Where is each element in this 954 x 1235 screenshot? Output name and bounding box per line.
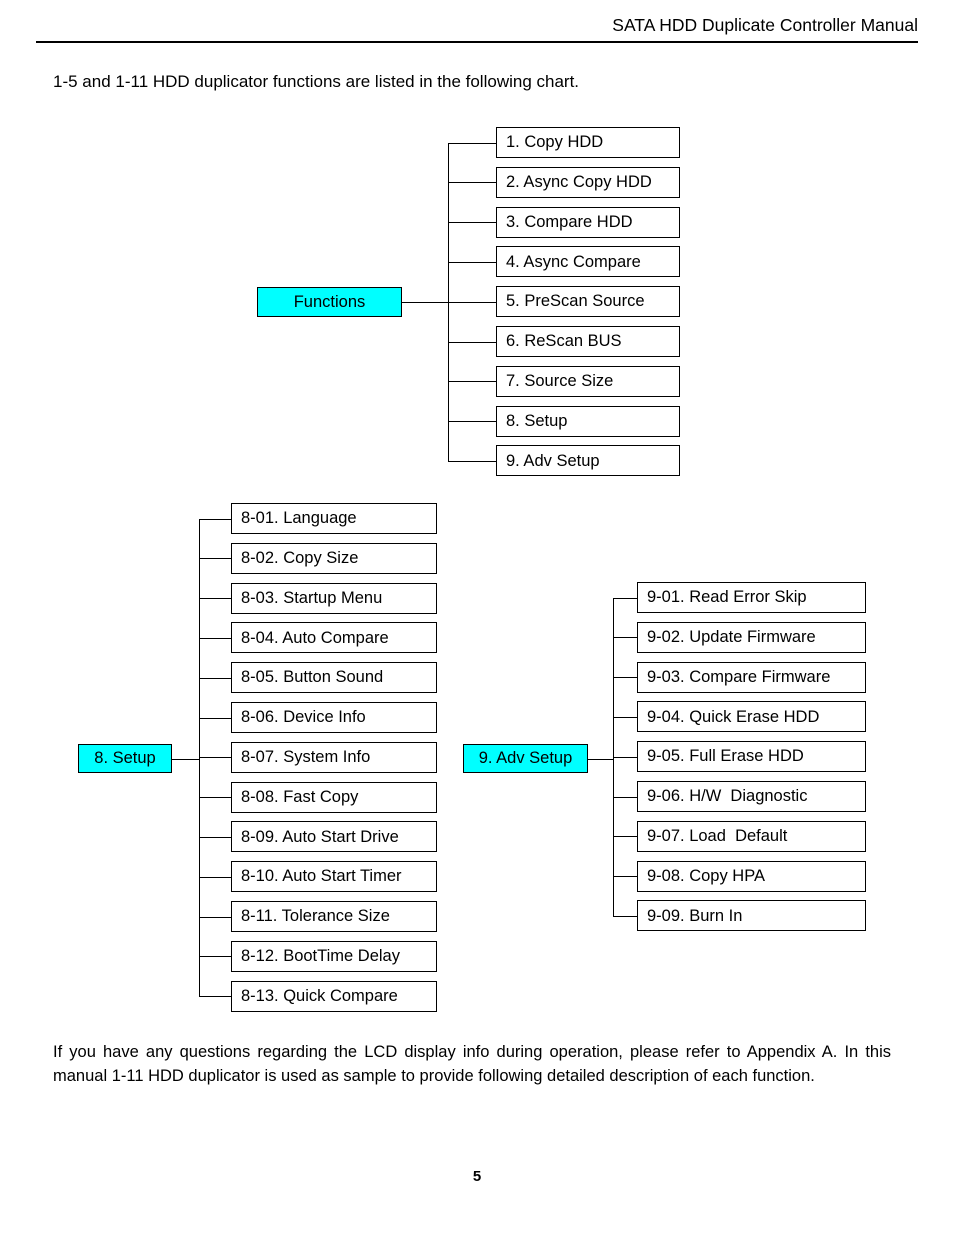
connector-stub-setup-12 bbox=[199, 956, 231, 958]
connector-stub-setup-2 bbox=[199, 558, 231, 560]
node-setup-item-4: 8-04. Auto Compare bbox=[231, 622, 437, 654]
node-setup-item-10: 8-10. Auto Start Timer bbox=[231, 861, 437, 893]
node-root-functions: Functions bbox=[257, 287, 402, 317]
node-adv_setup-item-3: 9-03. Compare Firmware bbox=[637, 661, 866, 693]
node-setup-item-5: 8-05. Button Sound bbox=[231, 662, 437, 694]
node-setup-item-6: 8-06. Device Info bbox=[231, 702, 437, 733]
connector-stub-functions-4 bbox=[448, 261, 496, 263]
node-setup-item-9: 8-09. Auto Start Drive bbox=[231, 821, 437, 853]
connector-root-setup bbox=[172, 758, 199, 760]
connector-stub-adv_setup-1 bbox=[613, 597, 637, 599]
connector-root-functions bbox=[402, 302, 448, 303]
node-adv_setup-item-7: 9-07. Load Default bbox=[637, 820, 866, 852]
connector-stub-setup-7 bbox=[199, 757, 231, 759]
node-functions-item-7: 7. Source Size bbox=[496, 365, 680, 397]
node-root-adv_setup: 9. Adv Setup bbox=[463, 744, 588, 773]
page-number: 5 bbox=[472, 1168, 482, 1185]
connector-stub-setup-6 bbox=[199, 717, 231, 719]
connector-stub-adv_setup-6 bbox=[613, 796, 637, 798]
connector-stub-adv_setup-7 bbox=[613, 836, 637, 838]
node-functions-item-9: 9. Adv Setup bbox=[496, 445, 680, 477]
connector-stub-functions-7 bbox=[448, 381, 496, 383]
node-functions-item-6: 6. ReScan BUS bbox=[496, 326, 680, 357]
node-functions-item-2: 2. Async Copy HDD bbox=[496, 166, 680, 198]
connector-stub-adv_setup-8 bbox=[613, 876, 637, 878]
connector-stub-functions-2 bbox=[448, 182, 496, 184]
node-functions-item-1: 1. Copy HDD bbox=[496, 127, 680, 158]
node-setup-item-2: 8-02. Copy Size bbox=[231, 542, 437, 574]
node-adv_setup-item-2: 9-02. Update Firmware bbox=[637, 621, 866, 653]
node-adv_setup-item-8: 9-08. Copy HPA bbox=[637, 860, 866, 892]
connector-stub-setup-4 bbox=[199, 637, 231, 639]
footer-paragraph: If you have any questions regarding the … bbox=[53, 1043, 891, 1085]
connector-stub-functions-9 bbox=[448, 460, 496, 462]
connector-stub-functions-3 bbox=[448, 222, 496, 224]
manual-title: SATA HDD Duplicate Controller Manual bbox=[612, 15, 918, 35]
node-setup-item-8: 8-08. Fast Copy bbox=[231, 781, 437, 813]
connector-stub-adv_setup-4 bbox=[613, 716, 637, 718]
connector-stub-setup-5 bbox=[199, 677, 231, 679]
node-adv_setup-item-5: 9-05. Full Erase HDD bbox=[637, 741, 866, 773]
connector-stub-adv_setup-5 bbox=[613, 756, 637, 758]
node-setup-item-11: 8-11. Tolerance Size bbox=[231, 901, 437, 932]
node-setup-item-13: 8-13. Quick Compare bbox=[231, 980, 437, 1012]
page-header: SATA HDD Duplicate Controller Manual bbox=[36, 14, 918, 44]
intro-paragraph: 1-5 and 1-11 HDD duplicator functions ar… bbox=[53, 72, 580, 91]
connector-stub-adv_setup-3 bbox=[613, 677, 637, 679]
node-setup-item-12: 8-12. BootTime Delay bbox=[231, 940, 437, 972]
node-adv_setup-item-4: 9-04. Quick Erase HDD bbox=[637, 701, 866, 733]
node-adv_setup-item-1: 9-01. Read Error Skip bbox=[637, 582, 866, 613]
node-functions-item-4: 4. Async Compare bbox=[496, 246, 680, 278]
connector-root-adv_setup bbox=[588, 758, 613, 760]
node-setup-item-3: 8-03. Startup Menu bbox=[231, 582, 437, 614]
connector-stub-adv_setup-2 bbox=[613, 637, 637, 639]
connector-stub-setup-11 bbox=[199, 916, 231, 918]
connector-stub-setup-9 bbox=[199, 836, 231, 838]
connector-stub-setup-10 bbox=[199, 876, 231, 878]
connector-stub-setup-8 bbox=[199, 797, 231, 799]
node-adv_setup-item-9: 9-09. Burn In bbox=[637, 900, 866, 932]
node-setup-item-1: 8-01. Language bbox=[231, 503, 437, 534]
connector-stub-functions-1 bbox=[448, 142, 496, 144]
node-functions-item-5: 5. PreScan Source bbox=[496, 286, 680, 318]
connector-stub-setup-3 bbox=[199, 598, 231, 600]
connector-stub-setup-1 bbox=[199, 518, 231, 520]
connector-stub-functions-5 bbox=[448, 301, 496, 303]
connector-stub-functions-8 bbox=[448, 421, 496, 423]
node-setup-item-7: 8-07. System Info bbox=[231, 741, 437, 773]
node-root-setup: 8. Setup bbox=[78, 744, 172, 773]
node-functions-item-3: 3. Compare HDD bbox=[496, 206, 680, 238]
node-functions-item-8: 8. Setup bbox=[496, 405, 680, 437]
node-adv_setup-item-6: 9-06. H/W Diagnostic bbox=[637, 781, 866, 812]
connector-stub-adv_setup-9 bbox=[613, 915, 637, 917]
connector-stub-setup-13 bbox=[199, 996, 231, 998]
connector-stub-functions-6 bbox=[448, 341, 496, 343]
header-divider bbox=[36, 41, 918, 43]
